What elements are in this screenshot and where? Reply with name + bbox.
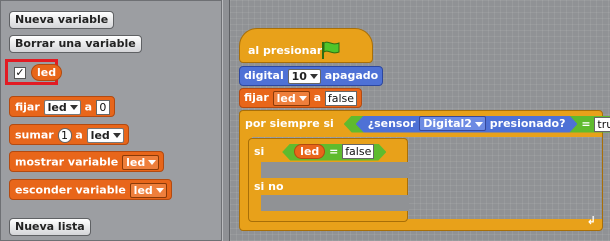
- chevron-down-icon: [69, 105, 78, 110]
- chevron-down-icon: [155, 188, 164, 193]
- chevron-down-icon: [148, 160, 157, 165]
- else-slot: [261, 195, 409, 211]
- hat-label: al presionar: [248, 44, 323, 57]
- variable-checkbox[interactable]: ✓: [14, 67, 26, 79]
- equals-operator[interactable]: ¿sensor Digital2 presionado? = true: [344, 116, 610, 133]
- digital-output-block[interactable]: digital 10 apagado: [239, 66, 384, 86]
- blocks-palette: Nueva variable Borrar una variable ✓ led…: [0, 0, 222, 241]
- loop-arrow-icon: ↲: [586, 214, 596, 227]
- change-value-input[interactable]: 1: [57, 127, 72, 143]
- set-value-input-script[interactable]: false: [324, 90, 358, 106]
- set-label: fijar: [15, 100, 40, 114]
- led-reporter[interactable]: led: [294, 144, 325, 159]
- set-variable-script-block[interactable]: fijar led a false: [239, 88, 363, 108]
- new-variable-button[interactable]: Nueva variable: [9, 11, 115, 29]
- equals-operator-if[interactable]: led = false: [282, 144, 386, 161]
- variable-highlight: ✓ led: [5, 59, 63, 85]
- chevron-down-icon: [309, 74, 318, 79]
- set-var-dropdown[interactable]: led: [43, 99, 81, 115]
- change-var-dropdown[interactable]: led: [86, 127, 124, 143]
- forever-label: por siempre si: [245, 117, 334, 130]
- when-flag-clicked-hat[interactable]: al presionar: [239, 28, 373, 63]
- chevron-down-icon: [475, 122, 483, 127]
- change-variable-block[interactable]: sumar 1 a led: [9, 124, 129, 145]
- pin-dropdown[interactable]: 10: [287, 68, 321, 84]
- green-flag-icon: [322, 41, 340, 59]
- delete-variable-button[interactable]: Borrar una variable: [9, 35, 142, 53]
- set-value-input[interactable]: 0: [95, 99, 110, 115]
- equals-value-input[interactable]: true: [594, 117, 610, 132]
- set-var-dropdown-script[interactable]: led: [272, 90, 310, 106]
- if-else-block[interactable]: si led = false si no: [248, 138, 409, 222]
- sensor-pressed-reporter[interactable]: ¿sensor Digital2 presionado?: [356, 116, 578, 133]
- set-variable-block[interactable]: fijar led a 0: [9, 96, 115, 117]
- show-variable-block[interactable]: mostrar variable led: [9, 151, 165, 172]
- show-var-dropdown[interactable]: led: [122, 154, 160, 170]
- sensor-dropdown[interactable]: Digital2: [419, 116, 486, 131]
- scripts-area[interactable]: al presionar digital 10 apagado fijar le…: [230, 0, 610, 241]
- chevron-down-icon: [112, 133, 121, 138]
- hide-variable-block[interactable]: esconder variable led: [9, 179, 172, 200]
- chevron-down-icon: [298, 96, 307, 101]
- if-label: si: [254, 145, 265, 158]
- pane-splitter[interactable]: [222, 0, 230, 241]
- variable-reporter-led[interactable]: led: [31, 64, 63, 81]
- if-value-input[interactable]: false: [342, 144, 374, 159]
- hide-var-dropdown[interactable]: led: [129, 182, 167, 198]
- else-label: si no: [254, 180, 284, 193]
- new-list-button[interactable]: Nueva lista: [9, 218, 91, 236]
- if-slot: [261, 162, 409, 178]
